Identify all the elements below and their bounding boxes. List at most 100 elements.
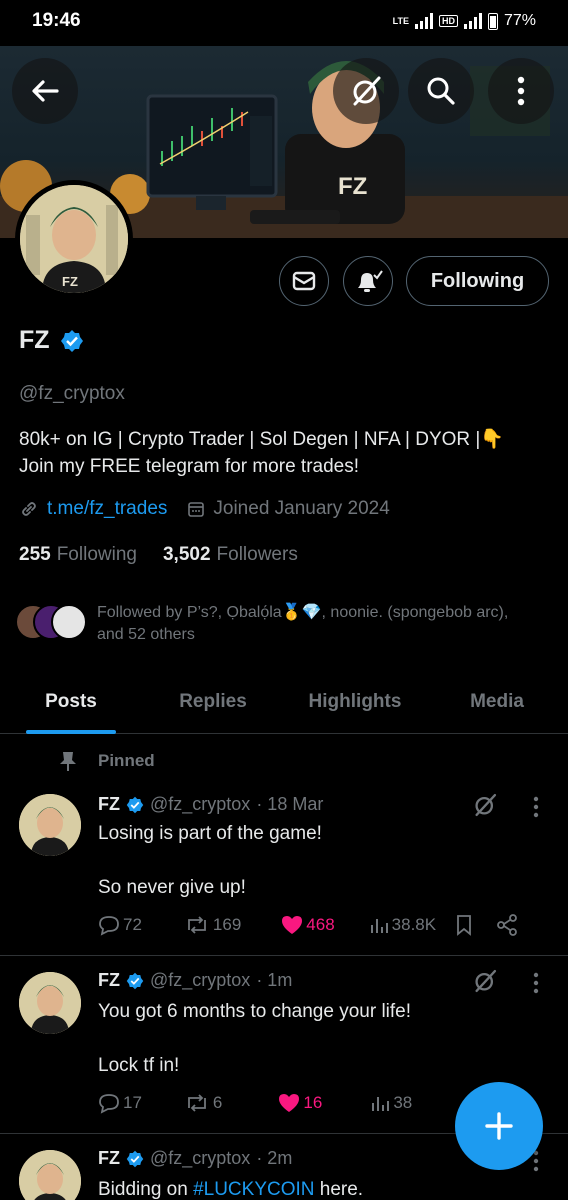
- reply-icon: [99, 1094, 119, 1114]
- profile-bio: 80k+ on IG | Crypto Trader | Sol Degen |…: [19, 426, 549, 480]
- search-button[interactable]: [408, 58, 474, 124]
- more-options-button[interactable]: [488, 58, 554, 124]
- retweet-count: 169: [212, 915, 242, 934]
- following-button[interactable]: Following: [406, 256, 549, 306]
- signal-icon-2: [463, 13, 482, 29]
- status-bar: 19:46 LTE HD 77%: [0, 0, 568, 42]
- more-vertical-icon[interactable]: [532, 972, 540, 994]
- tab-posts[interactable]: Posts: [0, 670, 142, 734]
- pinned-indicator: Pinned: [58, 750, 155, 772]
- compose-button[interactable]: [455, 1082, 543, 1170]
- pin-icon: [60, 752, 76, 771]
- retweet-button[interactable]: 169: [184, 914, 241, 936]
- profile-link[interactable]: t.me/fz_trades: [47, 498, 167, 520]
- views-count: 38: [393, 1093, 413, 1112]
- tweet-author-handle[interactable]: @fz_cryptox: [150, 970, 250, 991]
- tweet[interactable]: FZ @fz_cryptox · 18 Mar Losing is part o…: [0, 790, 568, 955]
- tweet-text-line: So never give up!: [98, 877, 246, 898]
- tweet-text-line: Lock tf in!: [98, 1055, 180, 1076]
- follower-avatars: [15, 602, 93, 642]
- profile-avatar[interactable]: FZ: [15, 180, 133, 298]
- following-stat[interactable]: 255 Following: [19, 544, 137, 566]
- reply-button[interactable]: 17: [98, 1092, 142, 1114]
- avatar-image: FZ: [20, 185, 128, 293]
- bio-line-2: Join my FREE telegram for more trades!: [19, 456, 359, 477]
- status-icons: LTE HD 77%: [393, 12, 536, 30]
- tweet-author-handle[interactable]: @fz_cryptox: [150, 1148, 250, 1169]
- tweet-time: · 2m: [256, 1148, 293, 1168]
- profile-meta: t.me/fz_trades Joined January 2024: [19, 498, 390, 520]
- hd-voice-icon: HD: [438, 15, 458, 27]
- retweet-icon: [188, 916, 206, 934]
- retweet-button[interactable]: 6: [184, 1092, 222, 1114]
- views-icon: [372, 1097, 390, 1111]
- tweet-text-line: Losing is part of the game!: [98, 823, 322, 844]
- joined-date: Joined January 2024: [213, 498, 390, 519]
- tab-replies[interactable]: Replies: [142, 670, 284, 733]
- tweet-avatar[interactable]: [19, 1150, 81, 1200]
- tweet-header: FZ @fz_cryptox · 2m: [98, 1148, 292, 1169]
- followers-stat[interactable]: 3,502 Followers: [163, 544, 298, 566]
- tweet-author-name[interactable]: FZ: [98, 1148, 120, 1169]
- views-button[interactable]: 38: [370, 1093, 412, 1113]
- tweet-header: FZ @fz_cryptox · 1m: [98, 970, 292, 991]
- tweet-author-name[interactable]: FZ: [98, 794, 120, 815]
- tweet-text: You got 6 months to change your life! Lo…: [98, 998, 411, 1079]
- like-count: 468: [306, 915, 335, 934]
- grok-icon[interactable]: [472, 968, 498, 994]
- signal-icon: [414, 13, 433, 29]
- tweet-avatar[interactable]: [19, 794, 81, 856]
- followed-by[interactable]: Followed by P’s?, Ọbalọ́la🥇💎, noonie. (s…: [15, 602, 552, 646]
- followed-by-line-2: and 52 others: [97, 626, 195, 643]
- tweet-header: FZ @fz_cryptox · 18 Mar: [98, 794, 323, 815]
- profile-name-row: FZ: [19, 326, 84, 355]
- envelope-icon: [292, 271, 316, 291]
- plus-icon: [485, 1112, 513, 1140]
- hashtag-link[interactable]: #LUCKYCOIN: [193, 1179, 314, 1200]
- views-button[interactable]: 38.8K: [369, 915, 436, 935]
- notifications-button[interactable]: [343, 256, 393, 306]
- tweet-text-line: You got 6 months to change your life!: [98, 1001, 412, 1022]
- more-vertical-icon: [517, 76, 525, 106]
- tweet-author-name[interactable]: FZ: [98, 970, 120, 991]
- battery-icon: [487, 12, 498, 30]
- following-count: 255: [19, 544, 51, 565]
- retweet-count: 6: [212, 1093, 223, 1112]
- verified-badge-icon: [126, 1150, 144, 1167]
- message-button[interactable]: [279, 256, 329, 306]
- profile-tabs: Posts Replies Highlights Media: [0, 670, 568, 734]
- like-button[interactable]: 16: [278, 1093, 322, 1113]
- retweet-icon: [188, 1094, 206, 1112]
- share-icon[interactable]: [496, 914, 518, 936]
- tweet-avatar[interactable]: [19, 972, 81, 1034]
- grok-button[interactable]: [333, 58, 399, 124]
- verified-badge-icon: [126, 972, 144, 989]
- avatar-logo-text: FZ: [62, 274, 78, 289]
- arrow-left-icon: [32, 80, 59, 102]
- back-button[interactable]: [12, 58, 78, 124]
- verified-badge-icon: [60, 329, 83, 352]
- grok-icon[interactable]: [472, 792, 498, 818]
- tab-media[interactable]: Media: [426, 670, 568, 733]
- tweet-time: · 1m: [256, 970, 293, 990]
- follow-stats: 255 Following 3,502 Followers: [19, 544, 298, 566]
- like-button[interactable]: 468: [281, 915, 335, 935]
- divider: [0, 955, 568, 956]
- reply-button[interactable]: 72: [98, 914, 142, 936]
- tab-highlights[interactable]: Highlights: [284, 670, 426, 733]
- verified-badge-icon: [126, 796, 144, 813]
- heart-filled-icon: [282, 916, 303, 934]
- grok-icon: [353, 76, 381, 106]
- status-time: 19:46: [32, 10, 81, 31]
- battery-level: 77%: [503, 12, 536, 29]
- banner-logo-text: FZ: [338, 173, 367, 200]
- bookmark-icon[interactable]: [454, 914, 474, 936]
- bio-line-1: 80k+ on IG | Crypto Trader | Sol Degen |…: [19, 429, 505, 450]
- tweet-text: Losing is part of the game! So never giv…: [98, 820, 322, 901]
- tweet-text-suffix: here.: [314, 1179, 364, 1200]
- profile-handle: @fz_cryptox: [19, 383, 125, 404]
- link-icon: [22, 502, 36, 516]
- more-vertical-icon[interactable]: [532, 796, 540, 818]
- pinned-label: Pinned: [98, 751, 155, 770]
- tweet-author-handle[interactable]: @fz_cryptox: [150, 794, 250, 815]
